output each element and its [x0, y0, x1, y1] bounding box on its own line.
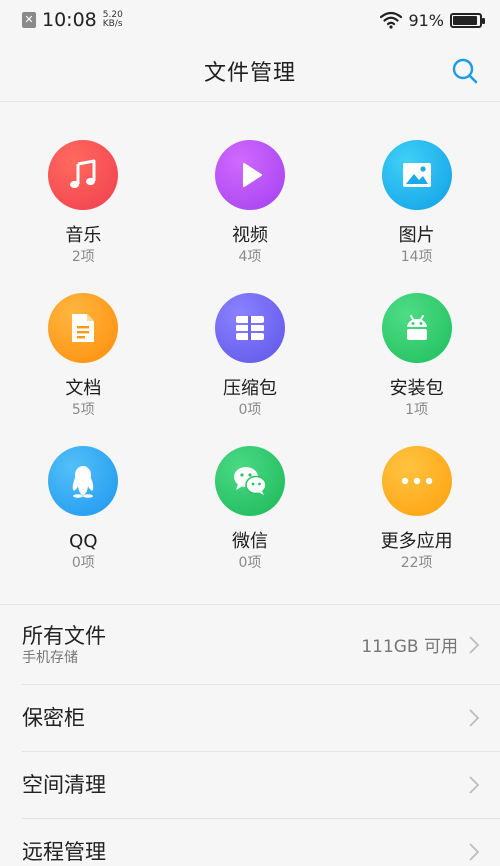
category-count: 2项 [71, 249, 95, 265]
chevron-right-icon [469, 635, 480, 654]
category-image[interactable]: 图片 14项 [333, 140, 500, 293]
category-name: 图片 [398, 225, 435, 246]
category-name: 压缩包 [222, 378, 277, 399]
all-files-item[interactable]: 所有文件 手机存储 111GB 可用 [22, 605, 500, 685]
penguin-icon [48, 446, 119, 516]
chevron-right-icon [469, 776, 480, 794]
network-speed: 5.20 KB/s [103, 11, 123, 29]
category-document[interactable]: 文档 5项 [0, 293, 167, 446]
app-header: 文件管理 [0, 40, 500, 102]
page-title: 文件管理 [203, 60, 296, 86]
category-apk[interactable]: 安装包 1项 [333, 293, 500, 446]
play-icon [214, 140, 285, 210]
category-archive[interactable]: 压缩包 0项 [167, 293, 334, 446]
category-grid: 音乐 2项 视频 4项 图片 14项 文档 5项 压缩包 0项 安装包 1项 Q… [0, 140, 500, 599]
category-name: 文档 [65, 378, 102, 399]
status-bar: ✕ 10:08 5.20 KB/s 91% [0, 0, 500, 40]
category-music[interactable]: 音乐 2项 [0, 140, 167, 293]
space-clean-item[interactable]: 空间清理 [22, 752, 500, 819]
all-files-subtitle: 手机存储 [22, 649, 78, 666]
category-name: 微信 [231, 531, 268, 552]
category-qq[interactable]: QQ 0项 [0, 446, 167, 599]
category-wechat[interactable]: 微信 0项 [167, 446, 334, 599]
all-files-title: 所有文件 [22, 623, 106, 648]
archive-icon [214, 293, 285, 363]
category-count: 4项 [238, 249, 262, 265]
category-count: 0项 [238, 555, 262, 571]
safe-box-item[interactable]: 保密柜 [22, 685, 500, 752]
chevron-right-icon [469, 843, 480, 861]
category-name: 视频 [231, 225, 268, 246]
category-video[interactable]: 视频 4项 [167, 140, 334, 293]
category-count: 22项 [400, 555, 433, 571]
music-icon [48, 140, 119, 210]
battery-percentage: 91% [408, 10, 444, 30]
category-name: 音乐 [65, 225, 102, 246]
category-name: QQ [69, 531, 98, 552]
menu-list: 所有文件 手机存储 111GB 可用 保密柜 空间清理 远程管理 [0, 604, 500, 866]
image-icon [381, 140, 452, 210]
chevron-right-icon [469, 709, 480, 727]
battery-icon [450, 12, 485, 28]
wifi-icon [380, 11, 403, 29]
status-time: 10:08 [42, 9, 97, 31]
category-count: 0项 [71, 555, 95, 571]
safe-box-title: 保密柜 [22, 706, 85, 730]
category-more-apps[interactable]: 更多应用 22项 [333, 446, 500, 599]
category-count: 14项 [400, 249, 433, 265]
category-count: 1项 [405, 402, 429, 418]
search-icon[interactable] [450, 56, 480, 86]
storage-available: 111GB 可用 [361, 637, 458, 657]
category-name: 更多应用 [380, 531, 453, 552]
more-dots-icon [381, 446, 452, 516]
category-count: 0项 [238, 402, 262, 418]
wechat-icon [214, 446, 285, 516]
category-name: 安装包 [389, 378, 444, 399]
remote-manage-item[interactable]: 远程管理 [22, 819, 500, 866]
network-speed-unit: KB/s [102, 19, 123, 29]
document-icon [48, 293, 119, 363]
notification-close-icon: ✕ [22, 12, 36, 28]
remote-manage-title: 远程管理 [22, 840, 106, 864]
category-count: 5项 [71, 402, 95, 418]
space-clean-title: 空间清理 [22, 773, 106, 797]
battery-level-fill [453, 15, 477, 25]
android-icon [381, 293, 452, 363]
